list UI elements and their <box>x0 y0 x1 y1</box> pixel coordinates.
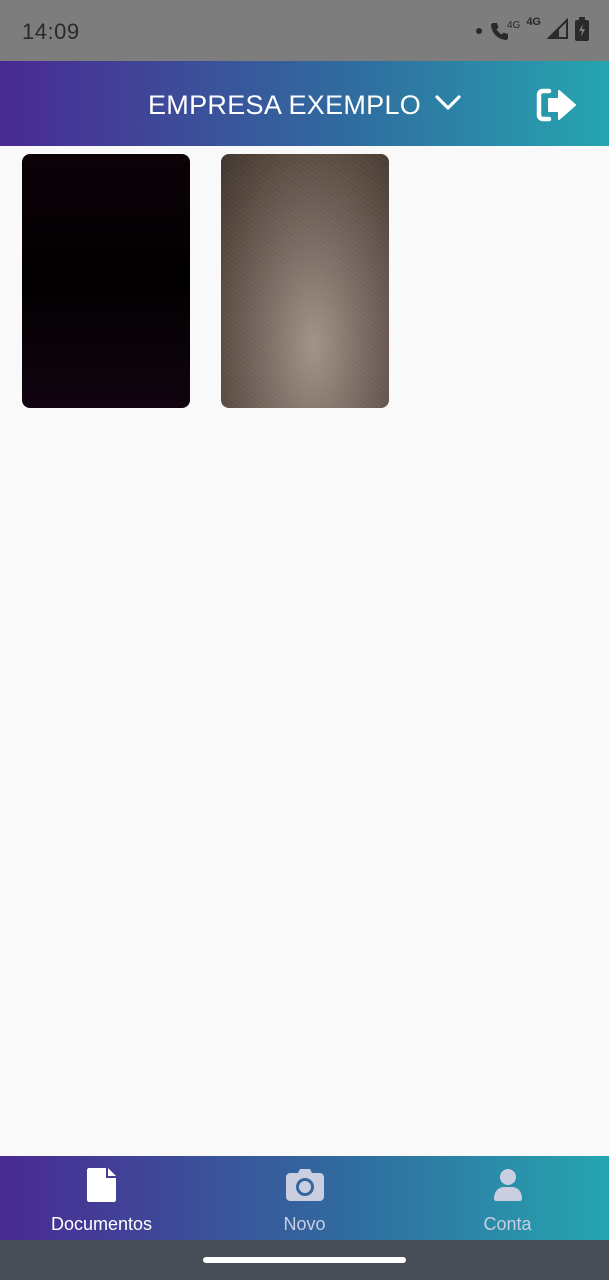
sign-out-icon <box>535 88 579 129</box>
signal-icon <box>546 17 569 45</box>
battery-icon <box>575 16 589 46</box>
nav-item-documentos[interactable]: Documentos <box>0 1156 203 1240</box>
file-icon <box>86 1168 118 1202</box>
network-label-2: 4G <box>526 16 541 28</box>
document-thumbnail-1[interactable] <box>22 154 190 408</box>
app-header: EMPRESA EXEMPLO <box>0 61 609 146</box>
company-name: EMPRESA EXEMPLO <box>148 89 422 120</box>
bottom-nav: Documentos Novo Conta <box>0 1156 609 1240</box>
home-gesture-bar[interactable] <box>203 1257 406 1263</box>
nav-label-novo: Novo <box>283 1214 326 1234</box>
user-icon <box>493 1168 522 1202</box>
notification-dot-icon <box>475 22 483 40</box>
chevron-down-icon <box>435 94 461 116</box>
nav-item-novo[interactable]: Novo <box>203 1156 406 1240</box>
status-time: 14:09 <box>22 19 80 44</box>
camera-icon <box>285 1168 324 1202</box>
network-label-1: 4G <box>506 20 521 31</box>
company-selector[interactable]: EMPRESA EXEMPLO <box>148 88 461 122</box>
document-grid <box>0 146 609 1156</box>
nav-label-conta: Conta <box>483 1214 532 1234</box>
document-thumbnail-2[interactable] <box>221 154 389 408</box>
nav-label-documentos: Documentos <box>50 1214 153 1234</box>
status-icons: 4G 4G <box>475 16 589 46</box>
logout-button[interactable] <box>535 85 579 125</box>
volte-call-icon: 4G <box>489 20 520 42</box>
system-nav-bar <box>0 1240 609 1280</box>
nav-item-conta[interactable]: Conta <box>406 1156 609 1240</box>
status-bar: 14:09 4G 4G <box>0 0 609 61</box>
